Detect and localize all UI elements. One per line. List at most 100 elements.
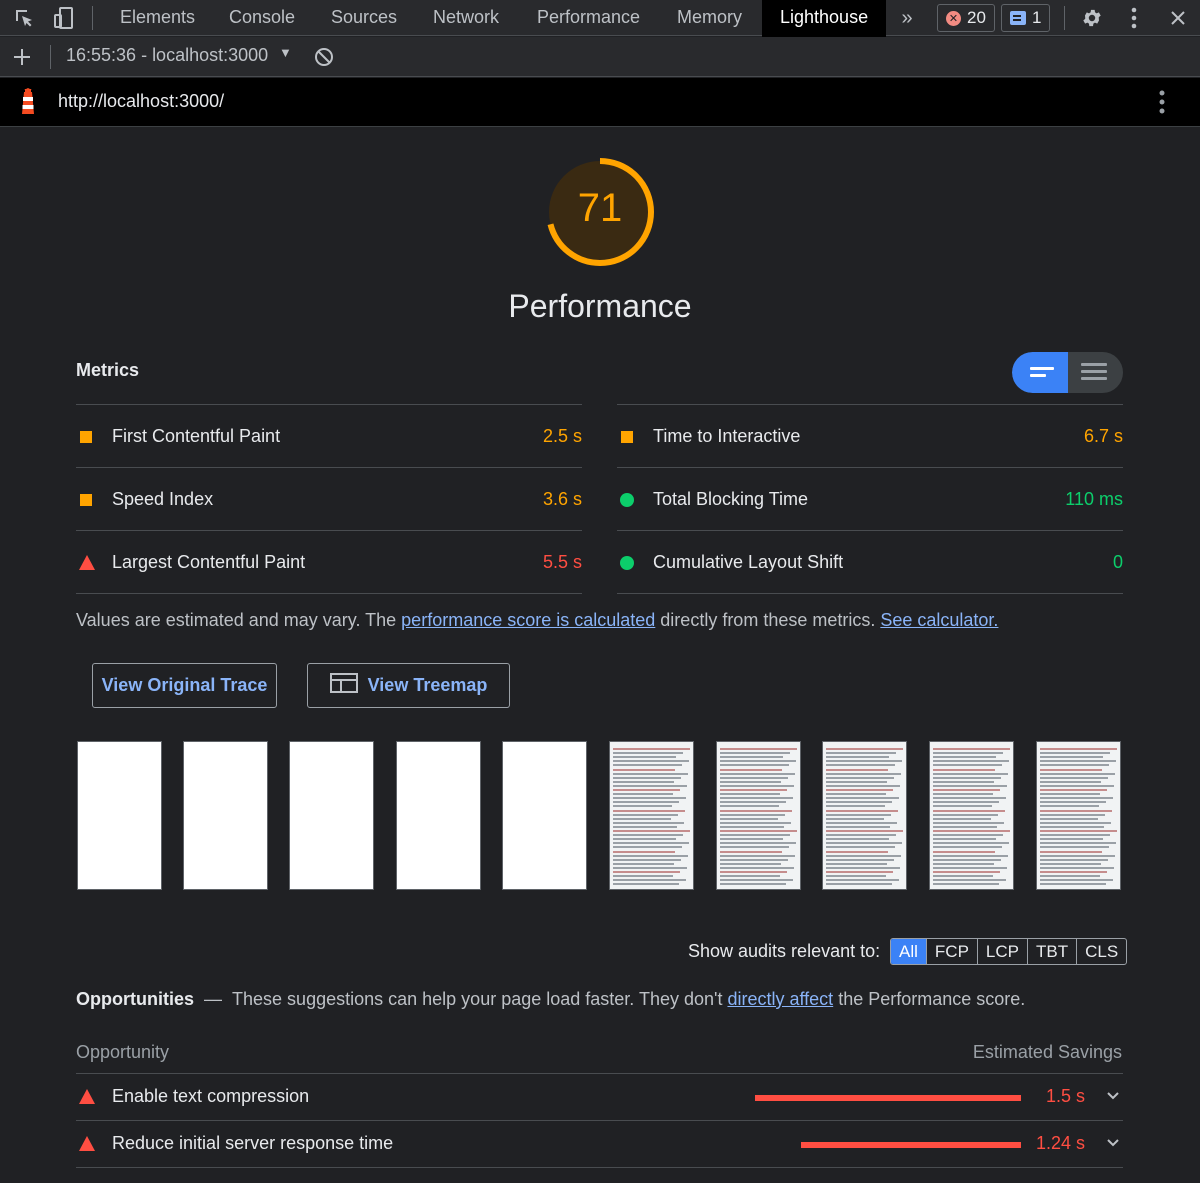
kebab-menu-icon[interactable] [1150,84,1174,120]
frame-content-line [826,846,895,849]
frame-content-line [1040,875,1100,878]
frame-content-line [826,813,891,816]
device-toggle-icon[interactable] [50,0,78,36]
close-icon[interactable] [1166,0,1190,36]
average-indicator-icon [621,431,633,443]
frame-content-line [720,821,791,824]
frame-content-line [826,871,893,873]
view-treemap-button[interactable]: View Treemap [307,663,510,708]
frame-content-line [720,748,797,750]
frame-content-line [613,805,672,808]
errors-badge[interactable]: ✕ 20 [937,4,995,32]
frame-content-line [720,858,788,861]
frame-content-line [720,846,789,849]
inspect-icon[interactable] [10,0,38,36]
tab-sources[interactable]: Sources [331,0,397,36]
metrics-view-toggle[interactable] [1012,352,1123,393]
frame-content-line [933,825,997,828]
frame-content-line [826,801,892,804]
chevron-down-icon[interactable] [1105,1135,1121,1151]
error-icon: ✕ [946,10,961,26]
see-calculator-link[interactable]: See calculator. [880,610,998,630]
metric-value: 0 [1112,552,1123,572]
divider [76,593,582,594]
tab-elements[interactable]: Elements [120,0,195,36]
filter-lcp[interactable]: LCP [976,939,1027,964]
report-toolbar: 16:55:36 - localhost:3000 ▼ [0,37,1200,77]
frame-content-line [826,830,903,832]
report-url[interactable]: http://localhost:3000/ [58,91,224,112]
tab-console[interactable]: Console [229,0,295,36]
metric-row: First Contentful Paint 2.5 s [76,404,582,467]
category-title: Performance [508,288,692,324]
messages-badge[interactable]: 1 [1001,4,1051,32]
frame-content-line [720,854,795,857]
view-original-trace-button[interactable]: View Original Trace [92,663,277,708]
tab-lighthouse[interactable]: Lighthouse [762,0,887,37]
tab-memory[interactable]: Memory [677,0,742,36]
frame-content-line [720,809,792,812]
savings-bar [755,1095,1021,1101]
frame-content-line [933,809,1005,812]
frame-content-line [1040,813,1105,816]
fail-indicator-icon [79,1089,95,1104]
opportunity-row[interactable]: Enable text compression 1.5 s [76,1073,1123,1119]
frame-content-line [1040,780,1101,783]
frame-content-line [613,821,684,824]
clear-icon[interactable] [312,39,336,75]
kebab-menu-icon[interactable] [1122,0,1146,36]
frame-content-line [720,825,784,828]
directly-affect-link[interactable]: directly affect [727,989,833,1009]
frame-content-line [933,834,1003,837]
frame-content-line [933,752,1003,755]
chevron-down-icon[interactable] [1105,1088,1121,1104]
metric-row: Speed Index 3.6 s [76,467,582,530]
frame-content-line [613,879,686,882]
tab-network[interactable]: Network [433,0,499,36]
frame-content-line [720,862,781,865]
settings-icon[interactable] [1078,0,1106,36]
frame-content-line [720,879,793,882]
metric-label: First Contentful Paint [112,426,281,446]
filter-fcp[interactable]: FCP [925,939,977,964]
frame-content-line [933,813,998,816]
frame-content-line [1040,801,1106,804]
frame-content-line [933,830,1010,832]
frame-content-line [826,789,893,791]
frame-content-line [720,834,790,837]
opportunities-title: Opportunities [76,989,194,1009]
frame-content-line [826,883,892,886]
filmstrip-frame [396,741,481,890]
filmstrip-frame [929,741,1014,890]
opportunity-row[interactable]: Reduce initial server response time 1.24… [76,1120,1123,1166]
frame-content-line [613,858,681,861]
frame-content-line [613,883,679,886]
add-icon[interactable] [10,39,34,75]
score-calculated-link[interactable]: performance score is calculated [401,610,655,630]
tab-performance[interactable]: Performance [537,0,640,36]
frame-content-line [1040,793,1100,796]
note-text: Values are estimated and may vary. The [76,610,402,630]
filmstrip-frame [289,741,374,890]
show-audits-label: Show audits relevant to: [688,941,881,961]
frame-content-line [613,862,674,865]
view-treemap-label: View Treemap [367,675,488,695]
performance-score: 71 [577,186,623,230]
more-tabs-icon[interactable]: » [896,0,918,36]
frame-content-line [1040,776,1108,779]
chevron-down-icon[interactable]: ▼ [279,45,292,60]
filter-cls[interactable]: CLS [1076,939,1126,964]
frame-content-line [720,883,786,886]
frame-content-line [613,846,682,849]
frame-content-line [613,780,674,783]
filter-all[interactable]: All [891,939,926,964]
frame-content-line [1040,805,1099,808]
filmstrip-frame [1036,741,1121,890]
frame-content-line [720,842,796,845]
frame-content-line [720,838,783,841]
filter-tbt[interactable]: TBT [1026,939,1076,964]
report-selector[interactable]: 16:55:36 - localhost:3000 [66,45,268,66]
frame-content-line [720,768,782,771]
audit-filter-group: All FCP LCP TBT CLS [890,938,1128,965]
frame-content-line [933,862,994,865]
